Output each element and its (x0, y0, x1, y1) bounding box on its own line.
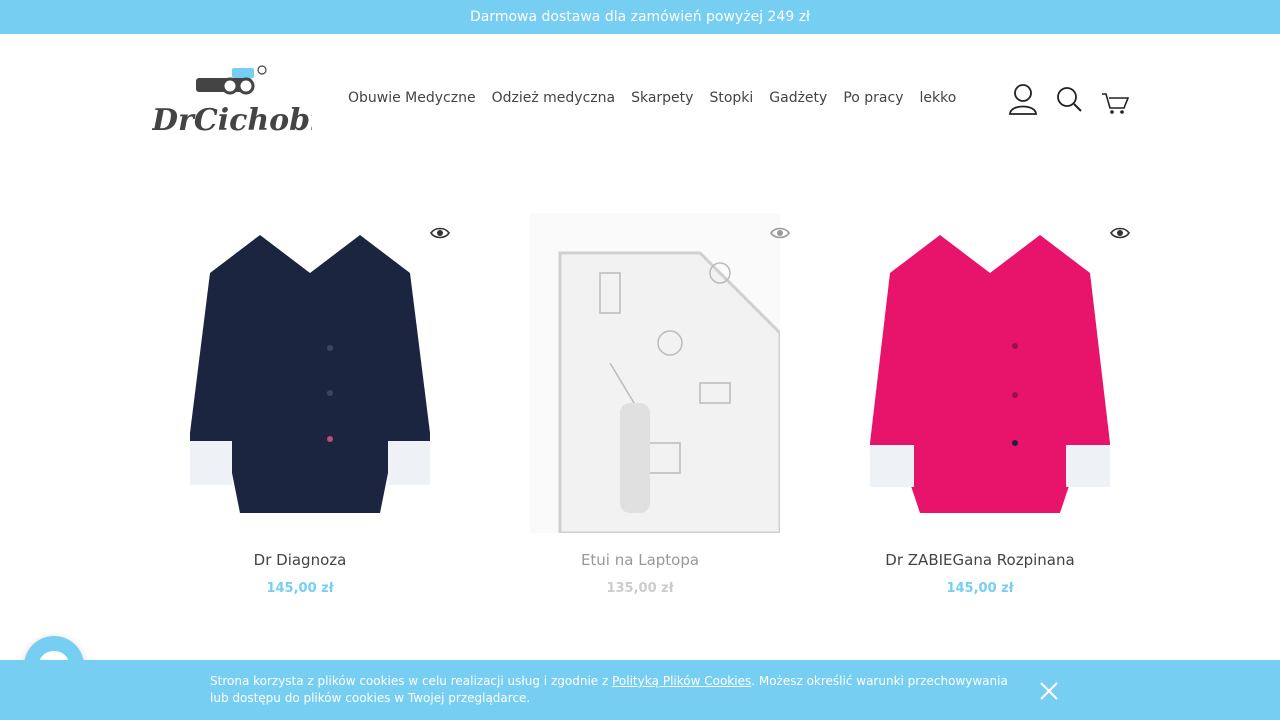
product-image[interactable] (860, 213, 1120, 533)
brand-logo[interactable]: DrCichobieg (152, 64, 312, 140)
product-card[interactable]: Dr ZABIEGana Rozpinana 145,00 zł (810, 213, 1150, 613)
product-name[interactable]: Dr ZABIEGana Rozpinana (810, 551, 1150, 569)
cart-icon[interactable] (1100, 82, 1130, 116)
product-price: 145,00 zł (266, 581, 334, 596)
close-icon[interactable] (1038, 680, 1060, 702)
promo-text: Darmowa dostawa dla zamówień powyżej 249… (469, 9, 811, 25)
cookie-text-before: Strona korzysta z plików cookies w celu … (210, 674, 613, 688)
main-nav: Obuwie Medyczne Odzież medyczna Skarpety… (348, 90, 972, 106)
product-name[interactable]: Dr Diagnoza (130, 551, 470, 569)
cookie-policy-link[interactable]: Polityką Plików Cookies (612, 674, 751, 688)
product-card[interactable]: Dr Diagnoza 145,00 zł (130, 213, 470, 613)
quick-view-icon[interactable] (770, 225, 790, 241)
cookie-text: Strona korzysta z plików cookies w celu … (210, 673, 1010, 707)
product-card[interactable]: Etui na Laptopa 135,00 zł (470, 213, 810, 613)
quick-view-icon[interactable] (1110, 225, 1130, 241)
nav-item-odziez-medyczna[interactable]: Odzież medyczna (492, 90, 615, 106)
nav-item-po-pracy[interactable]: Po pracy (843, 90, 903, 106)
search-icon[interactable] (1054, 82, 1084, 116)
site-header: DrCichobieg Obuwie Medyczne Odzież medyc… (0, 34, 1280, 164)
nav-item-stopki[interactable]: Stopki (709, 90, 753, 106)
product-name[interactable]: Etui na Laptopa (470, 551, 810, 569)
product-price: 135,00 zł (606, 581, 674, 596)
header-icons (1008, 82, 1130, 116)
product-grid: Dr Diagnoza 145,00 zł Etui na Laptopa 13… (130, 213, 1150, 613)
promo-bar: Darmowa dostawa dla zamówień powyżej 249… (0, 0, 1280, 34)
product-image[interactable] (520, 213, 780, 533)
logo-text: DrCichobieg (152, 103, 312, 138)
nav-item-skarpety[interactable]: Skarpety (631, 90, 693, 106)
product-price: 145,00 zł (946, 581, 1014, 596)
nav-item-gadzety[interactable]: Gadżety (769, 90, 827, 106)
product-image[interactable] (180, 213, 440, 533)
nav-item-obuwie-medyczne[interactable]: Obuwie Medyczne (348, 90, 476, 106)
nav-item-lekko[interactable]: lekko (920, 90, 957, 106)
cookie-banner: Strona korzysta z plików cookies w celu … (0, 660, 1280, 720)
user-icon[interactable] (1008, 82, 1038, 116)
quick-view-icon[interactable] (430, 225, 450, 241)
